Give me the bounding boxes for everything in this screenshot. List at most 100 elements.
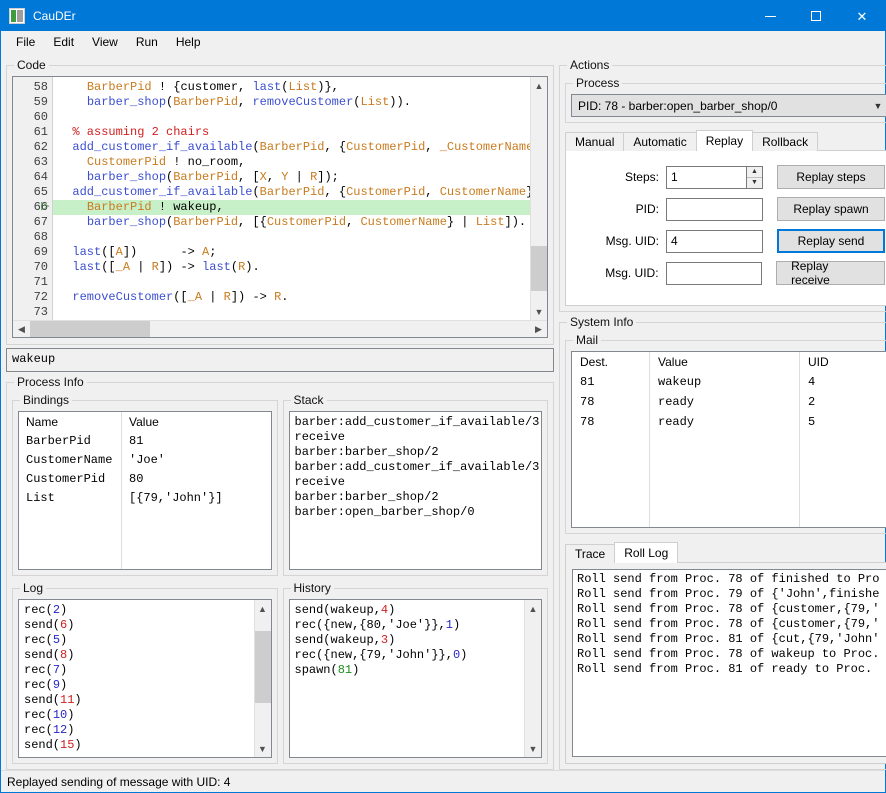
history-vscroll-track[interactable] (525, 617, 541, 740)
code-line[interactable]: add_customer_if_available(BarberPid, {Cu… (53, 185, 530, 200)
code-vscroll-thumb[interactable] (531, 246, 547, 291)
bindings-table-container[interactable]: Name Value BarberPid 81 CustomerName 'Joe' Cus… (18, 411, 272, 570)
list-item[interactable]: spawn(81) (295, 663, 520, 678)
tab-roll-log[interactable]: Roll Log (614, 542, 679, 563)
log-list[interactable]: rec(2) send(6) rec(5) send(8) rec(7) rec(9) se… (19, 600, 254, 757)
stack-frame[interactable]: receive (295, 430, 537, 445)
table-row[interactable]: 81 wakeup 4 (572, 372, 886, 392)
stack-frame[interactable]: barber:add_customer_if_available/3 (295, 460, 540, 475)
list-item[interactable]: send(11) (24, 693, 249, 708)
replay-receive-button[interactable]: Replay receive (776, 259, 885, 287)
code-line[interactable] (53, 230, 530, 245)
stack-frame[interactable]: barber:open_barber_shop/0 (295, 505, 537, 520)
code-line[interactable]: CustomerPid ! no_room, (53, 155, 530, 170)
stack-frame[interactable]: barber:barber_shop/2 (295, 490, 537, 505)
bindings-table[interactable]: Name Value BarberPid 81 CustomerName 'Joe' Cus… (19, 412, 271, 569)
history-container[interactable]: send(wakeup,4) rec({new,{80,'Joe'}},1) sen… (288, 599, 542, 758)
minimize-button[interactable] (747, 1, 793, 31)
current-expression-field[interactable]: wakeup (6, 348, 554, 372)
table-row[interactable]: 78 ready 2 (572, 392, 886, 412)
code-line[interactable] (53, 110, 530, 125)
code-text-area[interactable]: BarberPid ! {customer, last(List)}, barb… (53, 77, 530, 320)
history-scroll-down-icon[interactable]: ▼ (525, 740, 541, 757)
code-line[interactable]: last([A]) -> A; (53, 245, 530, 260)
spinner-up-icon[interactable]: ▲ (747, 167, 762, 177)
tab-trace[interactable]: Trace (565, 544, 616, 563)
list-item[interactable]: send(6) (24, 618, 249, 633)
stack-frame[interactable]: barber:add_customer_if_available/3 (295, 415, 540, 430)
log-container[interactable]: rec(2) send(6) rec(5) send(8) rec(7) rec(9) se… (18, 599, 272, 758)
menu-item-edit[interactable]: Edit (44, 32, 83, 52)
tab-replay[interactable]: Replay (695, 130, 754, 151)
code-line[interactable]: % assuming 2 chairs (53, 125, 530, 140)
code-line[interactable]: last([_A | R]) -> last(R). (53, 260, 530, 275)
code-line[interactable]: BarberPid ! {customer, last(List)}, (53, 80, 530, 95)
list-item[interactable]: send(wakeup,3) (295, 633, 520, 648)
replay-input-2[interactable]: 4 (666, 229, 763, 253)
spinner-0[interactable]: ▲ ▼ (746, 165, 763, 189)
code-horizontal-scrollbar[interactable]: ◀ ▶ (13, 320, 547, 337)
list-item[interactable]: rec(7) (24, 663, 249, 678)
code-vertical-scrollbar[interactable]: ▲ ▼ (530, 77, 547, 320)
process-dropdown[interactable]: PID: 78 - barber:open_barber_shop/0 ▼ (571, 94, 886, 117)
maximize-button[interactable] (793, 1, 839, 31)
log-vscroll-thumb[interactable] (254, 631, 271, 703)
menu-item-file[interactable]: File (7, 32, 44, 52)
history-vertical-scrollbar[interactable]: ▲ ▼ (524, 600, 541, 757)
tab-rollback[interactable]: Rollback (752, 132, 819, 151)
replay-send-button[interactable]: Replay send (777, 229, 885, 253)
list-item[interactable]: rec(10) (24, 708, 249, 723)
scroll-up-icon[interactable]: ▲ (531, 77, 547, 94)
table-row[interactable]: List [{79,'John'}] (19, 488, 271, 507)
code-line[interactable]: BarberPid ! wakeup, (53, 200, 530, 215)
scroll-down-icon[interactable]: ▼ (531, 303, 547, 320)
code-line[interactable]: removeCustomer([_A | R]) -> R. (53, 290, 530, 305)
table-row[interactable]: CustomerPid 80 (19, 469, 271, 488)
tab-manual[interactable]: Manual (565, 132, 625, 151)
code-hscroll-track[interactable] (30, 321, 530, 337)
table-row[interactable]: BarberPid 81 (19, 431, 271, 450)
scroll-left-icon[interactable]: ◀ (13, 321, 30, 337)
code-line[interactable] (53, 275, 530, 290)
code-line[interactable]: barber_shop(BarberPid, [{CustomerPid, Cu… (53, 215, 530, 230)
log-vertical-scrollbar[interactable]: ▲ ▼ (253, 600, 271, 757)
replay-input-1[interactable] (666, 197, 763, 221)
list-item[interactable]: send(15) (24, 738, 249, 753)
code-line[interactable]: barber_shop(BarberPid, removeCustomer(Li… (53, 95, 530, 110)
code-editor[interactable]: 58 59 60 61 62 63 64 65 66 ▷ 67 68 69 70 71 72 73 Barber… (12, 76, 548, 338)
list-item[interactable]: rec(5) (24, 633, 249, 648)
list-item[interactable]: send(wakeup,4) (295, 603, 520, 618)
roll-log-text[interactable]: Roll send from Proc. 78 of finished to P… (572, 569, 886, 757)
log-vscroll-track[interactable] (254, 617, 271, 740)
mail-table-container[interactable]: Dest. Value UID 81 wakeup 4 78 ready 2 78 ready 5 (571, 351, 886, 528)
stack-frame[interactable]: barber:barber_shop/2 (295, 445, 537, 460)
replay-spawn-button[interactable]: Replay spawn (777, 197, 885, 221)
table-row[interactable]: CustomerName 'Joe' (19, 450, 271, 469)
replay-input-0[interactable]: 1 ▲ ▼ (666, 165, 763, 189)
spinner-down-icon[interactable]: ▼ (747, 176, 762, 188)
history-scroll-up-icon[interactable]: ▲ (525, 600, 541, 617)
list-item[interactable]: rec({new,{79,'John'}},0) (295, 648, 520, 663)
list-item[interactable]: rec(9) (24, 678, 249, 693)
menu-item-run[interactable]: Run (127, 32, 167, 52)
log-scroll-up-icon[interactable]: ▲ (254, 600, 271, 617)
tab-automatic[interactable]: Automatic (623, 132, 697, 151)
list-item[interactable]: rec(12) (24, 723, 249, 738)
log-scroll-down-icon[interactable]: ▼ (254, 740, 271, 757)
list-item[interactable]: rec({new,{80,'Joe'}},1) (295, 618, 520, 633)
code-hscroll-thumb[interactable] (30, 321, 150, 337)
list-item[interactable]: send(8) (24, 648, 249, 663)
code-line[interactable]: barber_shop(BarberPid, [X, Y | R]); (53, 170, 530, 185)
history-list[interactable]: send(wakeup,4) rec({new,{80,'Joe'}},1) sen… (290, 600, 525, 757)
menu-item-view[interactable]: View (83, 32, 127, 52)
chevron-down-icon[interactable]: ▼ (867, 95, 886, 116)
close-button[interactable]: ✕ (839, 1, 885, 31)
scroll-right-icon[interactable]: ▶ (530, 321, 547, 337)
table-row[interactable]: 78 ready 5 (572, 412, 886, 432)
replay-steps-button[interactable]: Replay steps (777, 165, 885, 189)
menu-item-help[interactable]: Help (167, 32, 210, 52)
replay-input-3[interactable] (665, 261, 763, 285)
stack-container[interactable]: barber:add_customer_if_available/3 receiv… (288, 411, 542, 570)
stack-list[interactable]: barber:add_customer_if_available/3 receiv… (290, 412, 542, 569)
code-editor-viewport[interactable]: 58 59 60 61 62 63 64 65 66 ▷ 67 68 69 70 71 72 73 Barber… (13, 77, 547, 320)
